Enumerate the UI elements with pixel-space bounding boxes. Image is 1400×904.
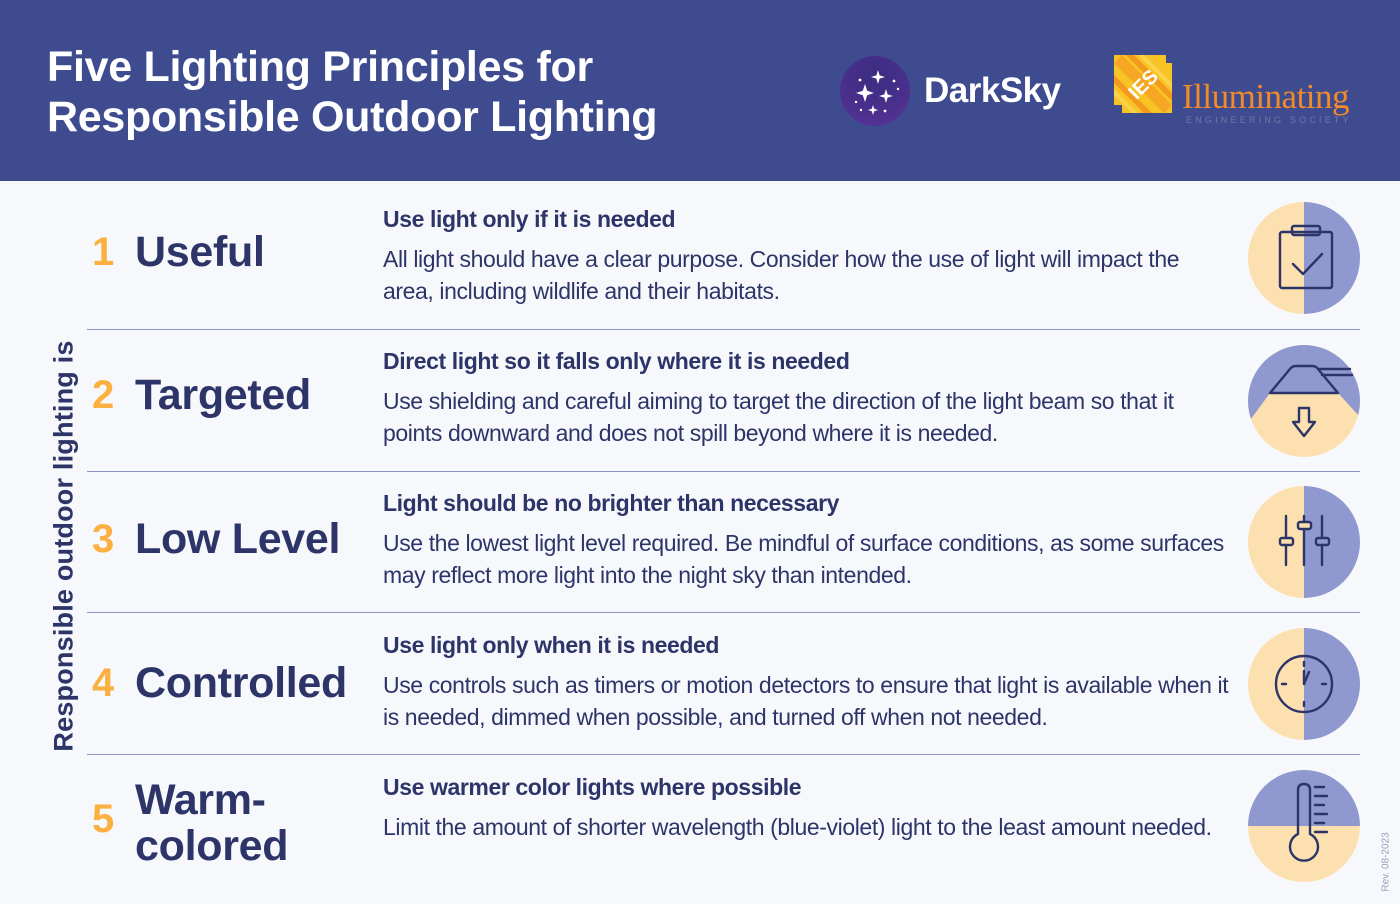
principle-number: 5 [92, 797, 115, 841]
principle-number: 4 [92, 661, 115, 705]
row-divider [87, 471, 1360, 472]
principle-name: Useful [135, 228, 265, 276]
starry-sky-icon [840, 56, 910, 126]
title-line-1: Five Lighting Principles for [47, 43, 593, 91]
ies-wordmark: Illuminating [1182, 77, 1350, 116]
title-line-2: Responsible Outdoor Lighting [47, 93, 658, 141]
revision-label: Rev. 08-2023 [1380, 832, 1392, 892]
principle-name-line-1: Warm- [135, 776, 266, 824]
principle-subhead: Use light only when it is needed [383, 632, 720, 658]
principle-name: Warm- colored [135, 776, 289, 870]
principle-description: Use the lowest light level required. Be … [383, 530, 1224, 588]
principle-description: Limit the amount of shorter wavelength (… [383, 814, 1212, 840]
shielded-lamp-down-arrow-icon [1248, 345, 1360, 457]
thermometer-icon [1248, 770, 1360, 882]
principle-name-line-2: colored [135, 822, 289, 870]
principle-description: Use controls such as timers or motion de… [383, 672, 1229, 730]
principle-subhead: Light should be no brighter than necessa… [383, 490, 840, 516]
page-title: Five Lighting Principles for Responsible… [47, 42, 658, 142]
principle-number: 2 [92, 373, 115, 417]
ies-subtitle: ENGINEERING SOCIETY [1186, 115, 1352, 125]
ies-mark-icon: IES [1114, 55, 1172, 113]
header-banner: Five Lighting Principles for Responsible… [0, 0, 1400, 181]
darksky-wordmark: DarkSky [924, 71, 1061, 110]
principle-number: 1 [92, 230, 115, 274]
principle-name: Targeted [135, 371, 312, 419]
sliders-icon [1248, 486, 1360, 598]
principle-subhead: Direct light so it falls only where it i… [383, 348, 850, 374]
principle-name: Controlled [135, 659, 347, 707]
principle-subhead: Use light only if it is needed [383, 206, 676, 232]
principle-subhead: Use warmer color lights where possible [383, 774, 802, 800]
row-divider [87, 754, 1360, 755]
principle-name: Low Level [135, 515, 341, 563]
clock-icon [1248, 628, 1360, 740]
principle-description: Use shielding and careful aiming to targ… [383, 388, 1174, 446]
darksky-logo: DarkSky [840, 56, 1061, 126]
clipboard-check-icon [1248, 202, 1360, 314]
row-divider [87, 329, 1360, 330]
principle-number: 3 [92, 517, 115, 561]
row-divider [87, 612, 1360, 613]
principle-description: All light should have a clear purpose. C… [383, 246, 1180, 304]
side-label: Responsible outdoor lighting is [48, 340, 79, 752]
